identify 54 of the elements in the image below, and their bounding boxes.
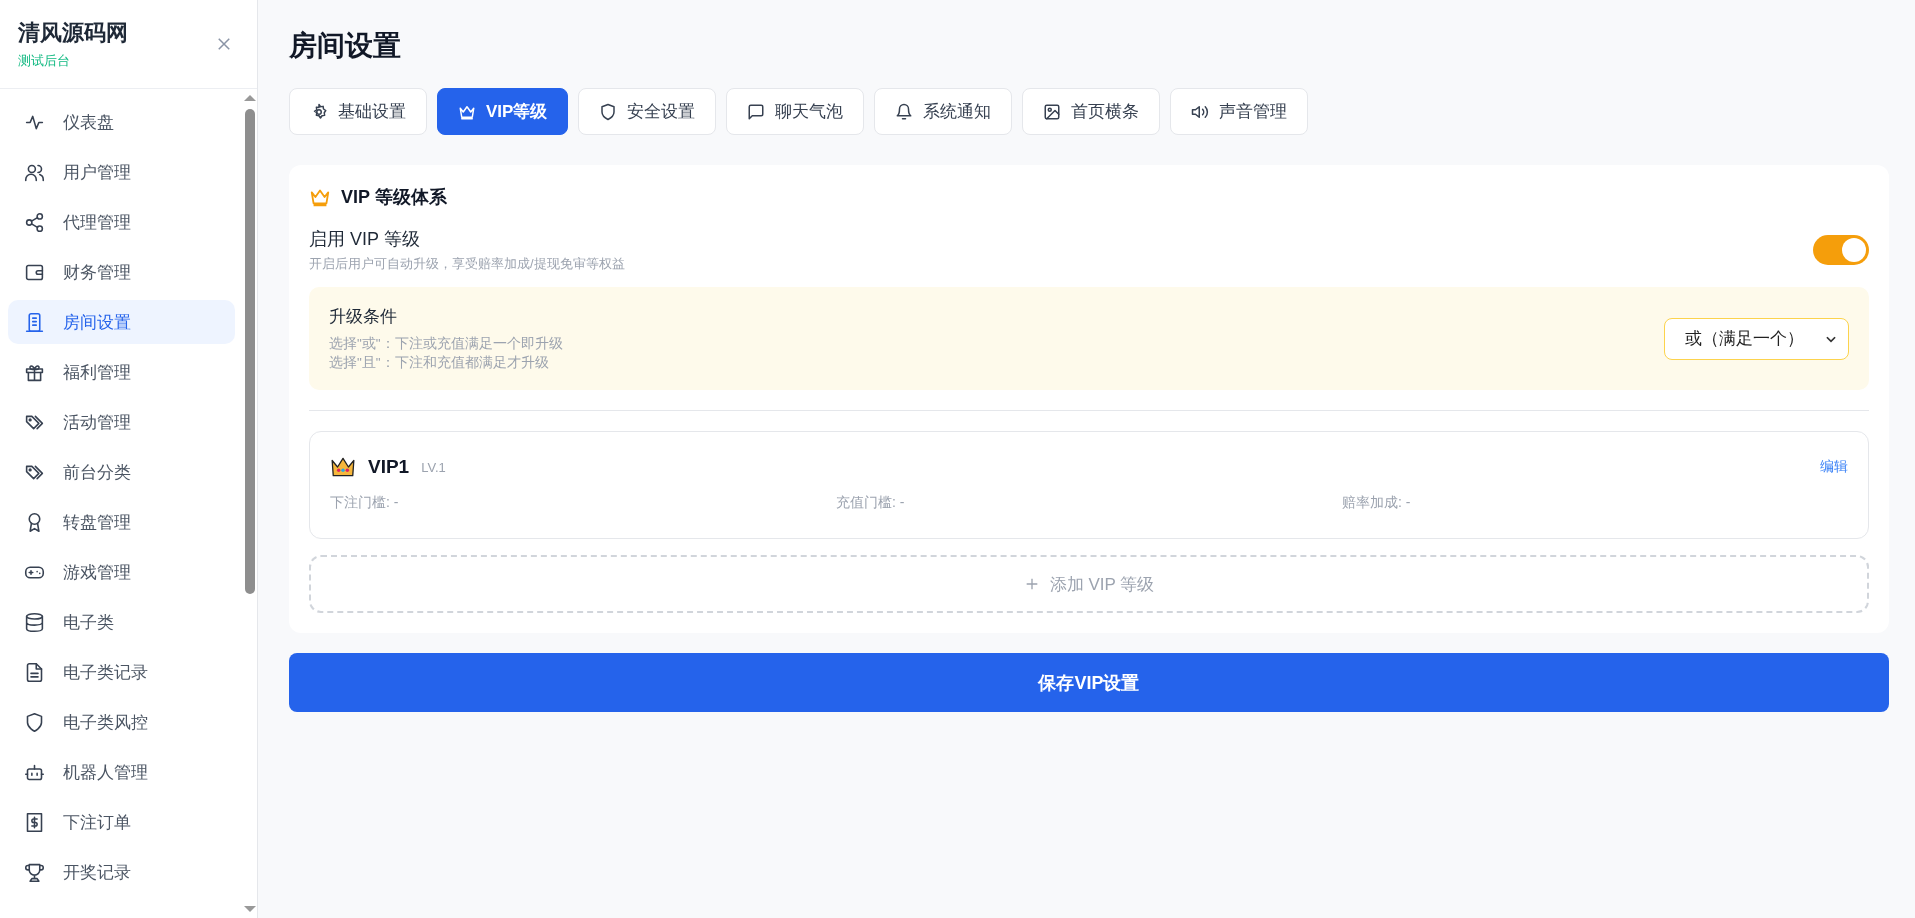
sidebar-item[interactable]: 房间设置 <box>8 300 235 344</box>
tab[interactable]: 系统通知 <box>874 88 1013 135</box>
setting-description: 开启后用户可自动升级，享受赔率加成/提现免审等权益 <box>309 255 625 273</box>
level-tag: LV.1 <box>421 459 446 475</box>
sidebar-item[interactable]: 开奖记录 <box>8 850 235 894</box>
crown-icon <box>330 456 356 478</box>
tab[interactable]: VIP等级 <box>437 88 569 135</box>
sidebar-item[interactable]: 电子类风控 <box>8 700 235 744</box>
bell-icon <box>895 102 914 121</box>
level-field: 充值门槛: - <box>836 494 1342 512</box>
toggle-switch[interactable] <box>1813 235 1869 265</box>
sidebar-item[interactable]: 游戏管理 <box>8 550 235 594</box>
sidebar-item[interactable]: 机器人管理 <box>8 750 235 794</box>
sidebar-item[interactable]: 福利管理 <box>8 350 235 394</box>
shield-icon <box>599 102 618 121</box>
setting-label: 启用 VIP 等级 <box>309 228 421 251</box>
building-icon <box>24 311 45 333</box>
sidebar-item[interactable]: 电子类记录 <box>8 650 235 694</box>
level-field: 下注门槛: - <box>330 494 836 512</box>
shield-icon <box>24 711 45 733</box>
share-icon <box>24 211 45 233</box>
receipt-icon <box>24 811 45 833</box>
tab[interactable]: 基础设置 <box>289 88 427 135</box>
hint-text: 选择"且"：下注和充值都满足才升级 <box>329 354 550 372</box>
sidebar-item[interactable]: 仪表盘 <box>8 100 235 144</box>
level-name: VIP1 <box>368 456 410 478</box>
sidebar-item[interactable]: 电子类 <box>8 600 235 644</box>
tab[interactable]: 安全设置 <box>578 88 717 135</box>
condition-label: 升级条件 <box>329 306 398 328</box>
document-icon <box>24 661 45 683</box>
tab[interactable]: 首页横条 <box>1022 88 1161 135</box>
image-icon <box>1043 102 1062 121</box>
level-field: 赔率加成: - <box>1342 494 1848 512</box>
save-button[interactable]: 保存VIP设置 <box>289 653 1889 712</box>
brand-title: 清风源码网 <box>18 19 128 47</box>
close-icon[interactable] <box>215 35 233 53</box>
sidebar-item[interactable]: 下注订单 <box>8 800 235 844</box>
sidebar-item[interactable]: 财务管理 <box>8 250 235 294</box>
sidebar-item[interactable]: 活动管理 <box>8 400 235 444</box>
sidebar-item[interactable]: 用户管理 <box>8 150 235 194</box>
trophy-icon <box>24 861 45 883</box>
edit-link[interactable]: 编辑 <box>1820 458 1848 476</box>
sidebar-item[interactable]: 转盘管理 <box>8 500 235 544</box>
chat-bubble-icon <box>747 102 766 121</box>
tab[interactable]: 聊天气泡 <box>726 88 865 135</box>
sidebar-item[interactable]: 前台分类 <box>8 450 235 494</box>
section-title: VIP 等级体系 <box>341 186 447 209</box>
hint-text: 选择"或"：下注或充值满足一个即升级 <box>329 335 563 353</box>
tab[interactable]: 声音管理 <box>1170 88 1309 135</box>
database-icon <box>24 611 45 633</box>
sidebar-item[interactable]: 代理管理 <box>8 200 235 244</box>
page-title: 房间设置 <box>289 29 402 63</box>
brand-subtitle: 测试后台 <box>18 52 71 70</box>
select-field[interactable]: 或（满足一个） <box>1664 317 1849 360</box>
